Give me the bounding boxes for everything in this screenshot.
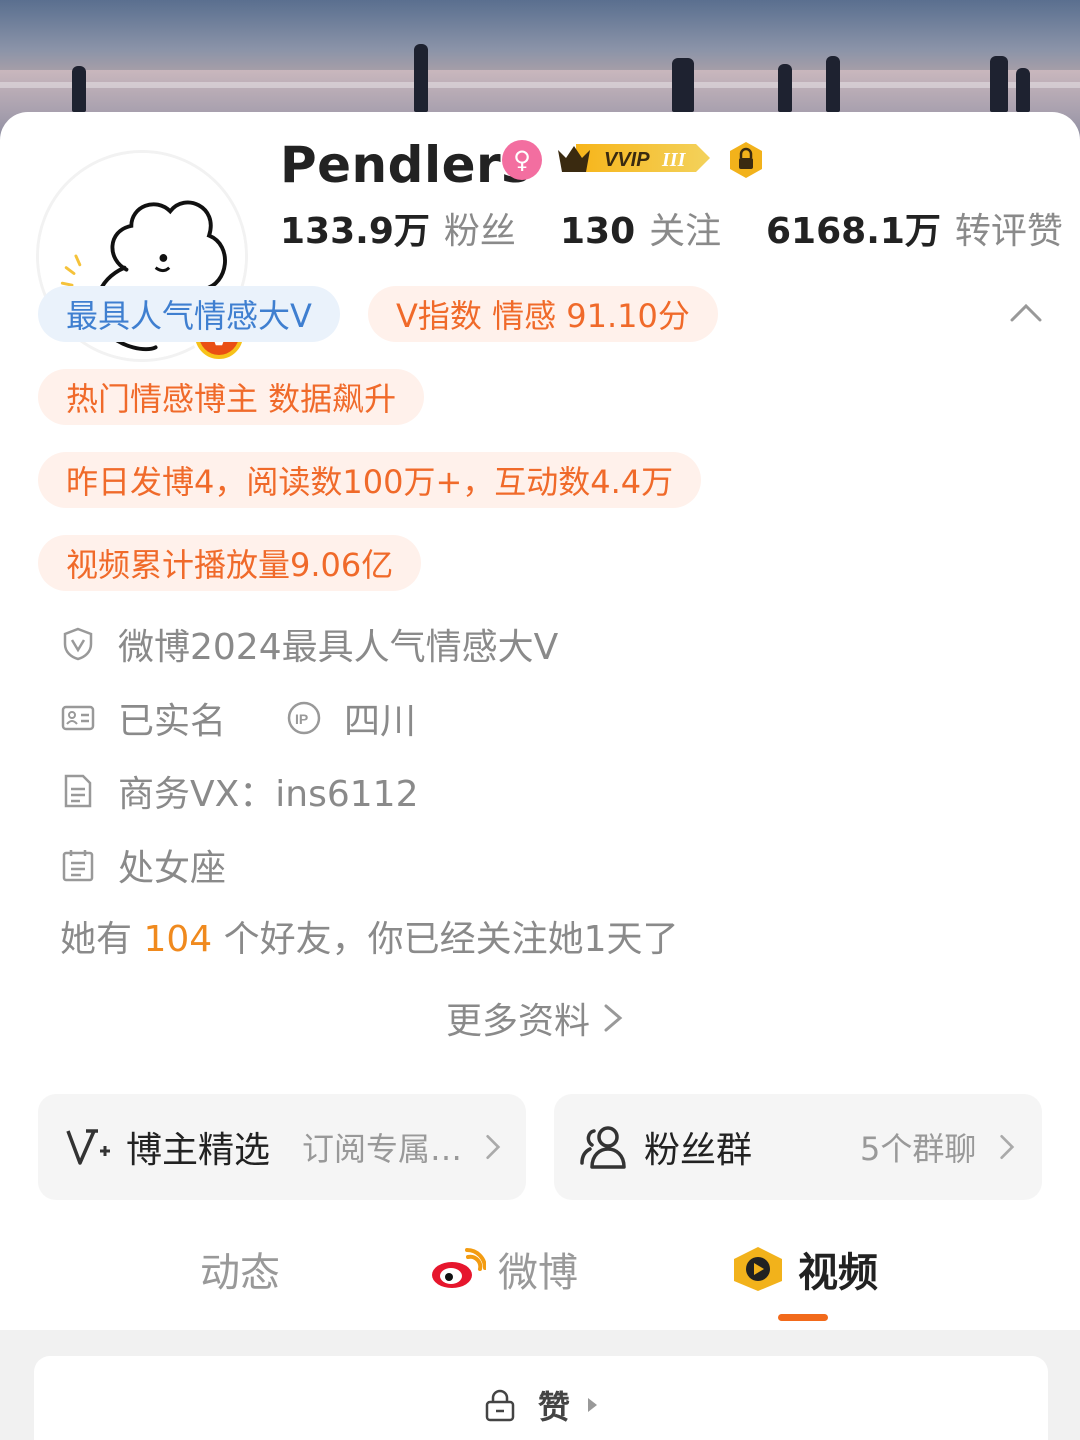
- banner-figure: [990, 56, 1008, 112]
- banner-figure: [414, 44, 428, 112]
- identity-row: 已实名 IP 四川: [60, 692, 416, 744]
- blogger-picks-title: 博主精选: [126, 1130, 271, 1171]
- id-card-icon: [61, 705, 95, 731]
- stat-label: 粉丝: [443, 211, 516, 252]
- female-icon: ♀: [502, 140, 542, 180]
- video-play-icon: [734, 1247, 782, 1291]
- tag-yesterday-stats[interactable]: 昨日发博4，阅读数100万+，互动数4.4万: [38, 452, 702, 508]
- stat-number: 133.9万: [280, 211, 430, 252]
- stat-engagement[interactable]: 6168.1万 转评赞: [766, 202, 1063, 254]
- zodiac-row: 处女座: [60, 839, 226, 891]
- friends-text-post: 个好友，你已经关注她1天了: [212, 919, 679, 960]
- chevron-up-icon[interactable]: [1008, 296, 1044, 332]
- more-info-button[interactable]: 更多资料: [446, 992, 626, 1044]
- fan-group-count: 5个群聊: [860, 1130, 977, 1168]
- tab-label: 动态: [200, 1250, 280, 1296]
- svg-text:III: III: [661, 149, 687, 171]
- real-name-text: 已实名: [118, 701, 227, 742]
- like-filter[interactable]: 赞: [482, 1382, 598, 1428]
- caret-right-icon: [588, 1398, 598, 1412]
- like-label: 赞: [538, 1388, 571, 1426]
- fan-group-entry[interactable]: 粉丝群 5个群聊: [554, 1094, 1042, 1200]
- shield-v-icon: [63, 627, 93, 661]
- svg-text:IP: IP: [295, 711, 308, 727]
- lock-badge-icon[interactable]: [726, 140, 766, 180]
- tab-label: 微博: [498, 1250, 578, 1296]
- tab-video[interactable]: 视频: [730, 1240, 878, 1298]
- friends-text-pre: 她有: [60, 919, 144, 960]
- group-people-icon: [580, 1126, 626, 1169]
- lock-icon: [485, 1389, 515, 1422]
- fan-group-title: 粉丝群: [644, 1130, 753, 1171]
- svg-text:VVIP: VVIP: [604, 149, 650, 171]
- tag-v-index[interactable]: V指数 情感 91.10分: [368, 286, 718, 342]
- stat-number: 6168.1万: [766, 211, 941, 252]
- banner-figure: [1016, 68, 1030, 112]
- tag-video-plays[interactable]: 视频累计播放量9.06亿: [38, 535, 422, 591]
- ip-region-text: 四川: [344, 701, 417, 742]
- profile-name: Pendlers: [280, 136, 532, 194]
- ip-icon: IP: [287, 701, 321, 735]
- banner-figure: [672, 58, 694, 112]
- zodiac-text: 处女座: [118, 848, 227, 889]
- chevron-right-icon: [604, 1004, 623, 1032]
- active-tab-indicator: [778, 1314, 828, 1321]
- tab-dynamic[interactable]: 动态: [200, 1240, 280, 1298]
- v-plus-icon: [66, 1129, 110, 1165]
- blogger-picks-entry[interactable]: 博主精选 订阅专属…: [38, 1094, 526, 1200]
- chevron-right-icon: [1000, 1135, 1015, 1159]
- chevron-right-icon: [486, 1135, 501, 1159]
- profile-stats: 133.9万 粉丝 130 关注 6168.1万 转评赞: [280, 202, 1063, 254]
- tag-hot-blogger[interactable]: 热门情感博主 数据飙升: [38, 369, 425, 425]
- friends-count: 104: [143, 919, 213, 960]
- banner-figure: [826, 56, 840, 112]
- tab-label: 视频: [798, 1250, 878, 1296]
- stat-number: 130: [560, 211, 636, 252]
- friends-summary[interactable]: 她有 104 个好友，你已经关注她1天了: [60, 910, 679, 962]
- document-icon: [64, 774, 92, 808]
- vvip-badge-icon[interactable]: VVIP III: [556, 138, 714, 178]
- award-row: 微博2024最具人气情感大V: [60, 618, 558, 670]
- award-text: 微博2024最具人气情感大V: [118, 627, 559, 668]
- business-contact-text: 商务VX：ins6112: [118, 774, 419, 815]
- stat-following[interactable]: 130 关注: [560, 202, 766, 254]
- banner-figure: [778, 64, 792, 112]
- stat-label: 关注: [649, 211, 722, 252]
- calendar-icon: [62, 850, 94, 882]
- banner-wave: [0, 82, 1080, 88]
- stat-label: 转评赞: [954, 211, 1063, 252]
- stat-followers[interactable]: 133.9万 粉丝: [280, 202, 560, 254]
- tag-popular[interactable]: 最具人气情感大V: [38, 286, 340, 342]
- tab-weibo[interactable]: 微博: [430, 1240, 578, 1298]
- business-row: 商务VX：ins6112: [60, 765, 418, 817]
- banner-figure: [72, 66, 86, 112]
- weibo-logo-icon: [432, 1248, 486, 1288]
- more-info-label: 更多资料: [446, 1001, 591, 1042]
- blogger-picks-subtitle: 订阅专属…: [302, 1130, 463, 1168]
